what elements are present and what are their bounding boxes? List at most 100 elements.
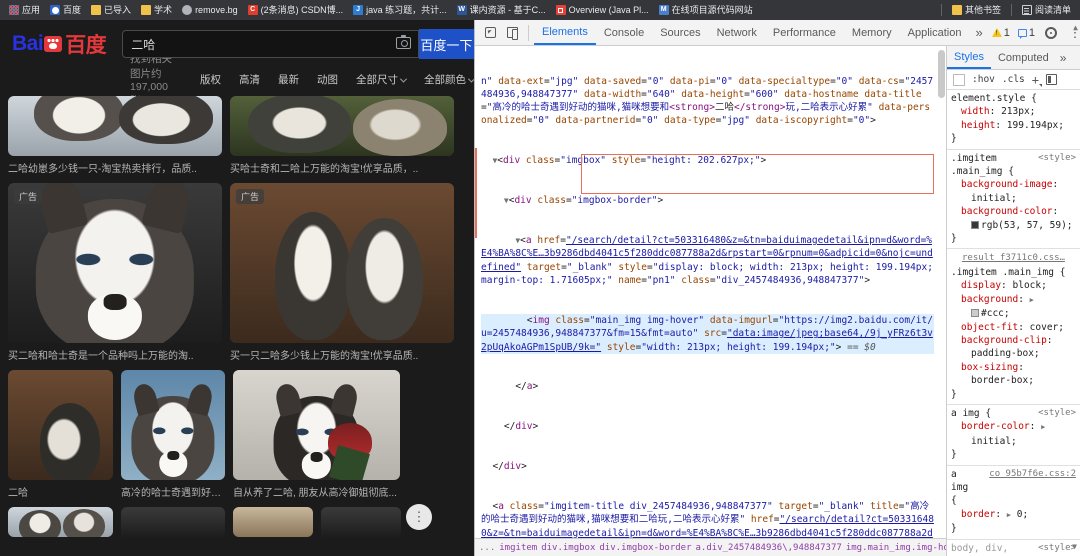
- css-value[interactable]: cover: [1030, 322, 1059, 333]
- dom-scrollbar-thumb[interactable]: [938, 50, 945, 98]
- device-toolbar-icon[interactable]: [501, 22, 523, 44]
- result-caption[interactable]: 买二哈和哈士奇是一个品种吗上万能的淘..: [8, 347, 222, 362]
- tab-computed[interactable]: Computed: [991, 46, 1056, 69]
- image-result-item[interactable]: [121, 507, 225, 537]
- bookmark-imported[interactable]: 已导入: [86, 2, 136, 18]
- bookmark-removebg[interactable]: remove.bg: [177, 2, 243, 18]
- dom-line[interactable]: ▼<a href="/search/detail?ct=503316480&z=…: [481, 234, 934, 287]
- bookmark-csdn[interactable]: C (2条消息) CSDN博...: [243, 2, 349, 18]
- breadcrumb-item[interactable]: div.imgbox-border: [599, 543, 691, 553]
- style-rule[interactable]: co_95b7f6e.css:2 a img { border: ▶ 0; }: [947, 466, 1080, 540]
- camera-icon[interactable]: [395, 34, 411, 49]
- rule-source[interactable]: <style>: [1038, 542, 1076, 555]
- bookmark-online-source[interactable]: M 在线项目源代码网站: [654, 2, 758, 18]
- bookmark-course-resource[interactable]: W 课内资源 - 基于C...: [452, 2, 551, 18]
- tab-console[interactable]: Console: [596, 20, 652, 45]
- css-value[interactable]: initial: [951, 436, 1011, 447]
- dom-line[interactable]: </a>: [481, 380, 934, 393]
- result-thumbnail[interactable]: [8, 507, 113, 537]
- css-value[interactable]: 213px: [1001, 106, 1030, 117]
- filter-gif[interactable]: 动图: [317, 72, 338, 87]
- css-property[interactable]: background-color: [951, 205, 1053, 218]
- breadcrumb-item[interactable]: div.imgbox: [541, 543, 595, 553]
- cls-button[interactable]: .cls: [1002, 74, 1025, 85]
- new-style-rule-icon[interactable]: +: [1032, 73, 1043, 87]
- style-rule[interactable]: <style> .imgitem .main_img { background-im…: [947, 150, 1080, 250]
- image-result-item[interactable]: 买哈士奇和二哈上万能的淘宝!优享品质，..: [230, 96, 454, 175]
- tab-network[interactable]: Network: [709, 20, 765, 45]
- css-property[interactable]: object-fit: [951, 321, 1018, 334]
- result-caption[interactable]: 买一只二哈多少钱上万能的淘宝!优享品质..: [230, 347, 454, 362]
- rule-selector[interactable]: a img: [951, 469, 968, 493]
- styles-rule-list[interactable]: element.style { width: 213px; height: 19…: [947, 90, 1080, 556]
- tab-application[interactable]: Application: [900, 20, 970, 45]
- dom-line[interactable]: </div>: [481, 420, 934, 433]
- dom-line[interactable]: ▼<div class="imgbox" style="height: 202.…: [481, 154, 934, 167]
- image-result-item[interactable]: 自从养了二哈, 朋友从高冷御姐彻底...: [233, 370, 400, 499]
- result-caption[interactable]: 二哈: [8, 484, 113, 499]
- image-result-item[interactable]: [321, 507, 401, 537]
- image-result-item[interactable]: 广告 买一只二哈多少钱上万能的淘宝!优享品质..: [230, 183, 454, 362]
- more-tabs-icon[interactable]: »: [969, 25, 988, 40]
- style-rule[interactable]: <style> a img { border-color: ▶ initial; }: [947, 405, 1080, 466]
- css-property[interactable]: background-image: [951, 178, 1053, 191]
- style-rule-inherited[interactable]: <style>body, div,span,object, iframe, h1…: [947, 540, 1080, 556]
- image-result-item[interactable]: 二哈: [8, 370, 113, 499]
- style-rule[interactable]: element.style { width: 213px; height: 19…: [947, 90, 1080, 150]
- css-property[interactable]: background-clip: [951, 334, 1047, 347]
- image-result-item[interactable]: [8, 507, 113, 537]
- result-thumbnail[interactable]: [121, 370, 225, 480]
- bookmark-other-bookmarks[interactable]: 其他书签: [947, 2, 1006, 18]
- css-property[interactable]: border: [951, 508, 995, 521]
- breadcrumb-item-selected[interactable]: img.main_img.img-hover: [846, 543, 946, 553]
- css-property[interactable]: width: [951, 105, 990, 118]
- css-property[interactable]: display: [951, 279, 1001, 292]
- rule-selector[interactable]: .imgitem .main_img: [951, 267, 1054, 278]
- css-value[interactable]: block: [1013, 280, 1042, 291]
- rule-source[interactable]: result_f3711c0.css…: [962, 253, 1065, 263]
- css-value[interactable]: padding-box: [951, 348, 1034, 359]
- image-result-item[interactable]: 二哈幼崽多少钱一只-淘宝热卖排行，品质..: [8, 96, 222, 175]
- warning-badge[interactable]: 1: [989, 27, 1013, 39]
- rule-source[interactable]: co_95b7f6e.css:2: [989, 468, 1076, 481]
- breadcrumb-item[interactable]: imgitem: [499, 543, 537, 553]
- styles-scroll-down-icon[interactable]: ▼: [1072, 540, 1077, 553]
- rule-selector[interactable]: .imgitem .main_img: [951, 153, 1002, 177]
- expand-triangle-icon[interactable]: ▶: [1041, 423, 1045, 431]
- css-value[interactable]: #ccc: [981, 308, 1004, 319]
- image-result-item[interactable]: 高冷的哈士奇遇到好动的猫咪,猫...: [121, 370, 225, 499]
- css-value[interactable]: rgb(53, 57, 59): [981, 220, 1067, 231]
- rule-source[interactable]: <style>: [1038, 407, 1076, 420]
- filter-latest[interactable]: 最新: [278, 72, 299, 87]
- bookmark-academic[interactable]: 学术: [136, 2, 177, 18]
- result-caption[interactable]: 二哈幼崽多少钱一只-淘宝热卖排行，品质..: [8, 160, 222, 175]
- result-thumbnail[interactable]: [321, 507, 401, 537]
- bookmark-java[interactable]: J java 练习题，共计...: [348, 2, 452, 18]
- result-caption[interactable]: 自从养了二哈, 朋友从高冷御姐彻底...: [233, 484, 400, 499]
- search-button[interactable]: 百度一下: [418, 29, 474, 59]
- css-value[interactable]: border-box: [951, 375, 1028, 386]
- filter-hd[interactable]: 高清: [239, 72, 260, 87]
- css-property[interactable]: background: [951, 293, 1018, 306]
- tab-elements[interactable]: Elements: [534, 20, 596, 45]
- result-thumbnail[interactable]: 广告: [8, 183, 222, 343]
- search-input[interactable]: 二哈: [122, 30, 419, 58]
- hov-button[interactable]: :hov: [972, 74, 995, 85]
- filter-color[interactable]: 全部颜色: [424, 72, 474, 87]
- expand-triangle-icon[interactable]: ▶: [1030, 296, 1034, 304]
- bookmark-baidu[interactable]: 百度: [45, 2, 86, 18]
- result-thumbnail[interactable]: 广告: [230, 183, 454, 343]
- color-swatch[interactable]: [971, 309, 979, 318]
- result-thumbnail[interactable]: [8, 96, 222, 156]
- color-swatch[interactable]: [971, 220, 979, 229]
- css-value[interactable]: 199.194px: [1007, 120, 1058, 131]
- css-property[interactable]: box-sizing: [951, 361, 1018, 374]
- gear-icon[interactable]: [1040, 22, 1062, 44]
- style-rule[interactable]: result_f3711c0.css… .imgitem .main_img {…: [947, 249, 1080, 405]
- inspect-element-icon[interactable]: [479, 22, 501, 44]
- rule-source[interactable]: <style>: [1038, 152, 1076, 165]
- dom-line-selected[interactable]: <img class="main_img img-hover" data-img…: [481, 313, 934, 354]
- image-result-item[interactable]: 广告 买二哈和哈士奇是一个品种吗上万能的淘..: [8, 183, 222, 362]
- tab-performance[interactable]: Performance: [765, 20, 844, 45]
- bookmark-overview[interactable]: Overview (Java Pl...: [551, 2, 654, 18]
